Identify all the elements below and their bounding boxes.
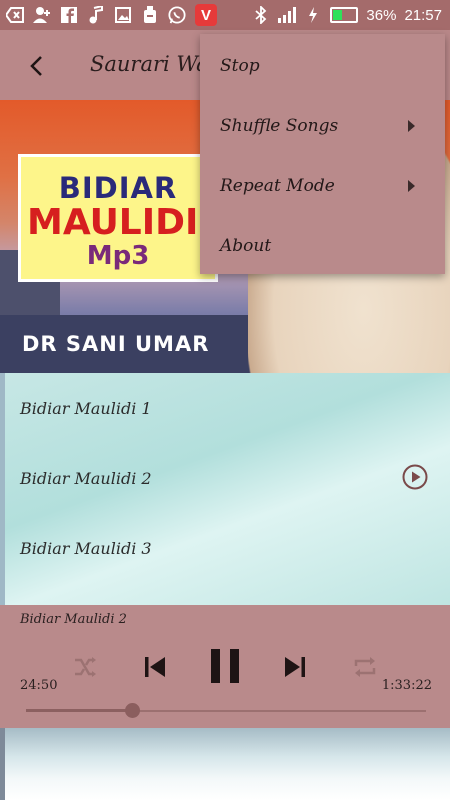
pause-button[interactable] <box>205 643 245 689</box>
pause-icon <box>211 649 239 683</box>
album-logo: BIDIAR MAULIDI Mp3 <box>18 154 218 282</box>
back-button[interactable] <box>18 48 54 84</box>
skip-next-icon <box>285 657 305 677</box>
song-item-3[interactable]: Bidiar Maulidi 3 <box>20 539 152 558</box>
skip-previous-icon <box>145 657 165 677</box>
play-circle-icon[interactable] <box>402 464 428 490</box>
list-edge <box>0 373 5 605</box>
menu-item-shuffle-songs[interactable]: Shuffle Songs <box>200 96 445 156</box>
battery-percentage: 36% <box>366 6 397 24</box>
page-title: Saurari Wa' <box>90 52 215 76</box>
seek-bar[interactable] <box>26 703 426 718</box>
song-list: Bidiar Maulidi 1 Bidiar Maulidi 2 Bidiar… <box>0 373 450 605</box>
menu-item-stop[interactable]: Stop <box>200 36 445 96</box>
seek-progress <box>26 709 132 712</box>
song-item-2[interactable]: Bidiar Maulidi 2 <box>20 469 152 488</box>
player-panel: Bidiar Maulidi 2 24:50 1:33:22 <box>0 605 450 728</box>
shuffle-icon <box>75 657 96 677</box>
back-arrow-box-icon <box>6 6 24 24</box>
music-note-icon <box>87 6 105 24</box>
album-logo-line3: Mp3 <box>86 241 150 271</box>
now-playing-title: Bidiar Maulidi 2 <box>20 612 127 627</box>
clock: 21:57 <box>404 6 442 24</box>
elapsed-time: 24:50 <box>20 678 58 693</box>
menu-item-label: Repeat Mode <box>220 176 335 196</box>
submenu-arrow-icon <box>408 120 415 132</box>
facebook-icon <box>60 6 78 24</box>
add-contact-icon <box>33 6 51 24</box>
bluetooth-icon <box>252 6 270 24</box>
shuffle-button[interactable] <box>70 652 100 682</box>
menu-item-repeat-mode[interactable]: Repeat Mode <box>200 156 445 216</box>
battery-icon <box>330 7 359 23</box>
menu-item-label: About <box>220 236 272 256</box>
bottom-area <box>0 728 450 800</box>
next-button[interactable] <box>280 649 310 685</box>
whatsapp-icon <box>168 6 186 24</box>
submenu-arrow-icon <box>408 180 415 192</box>
chevron-left-icon <box>30 56 42 76</box>
status-bar: V 36% 21:57 <box>0 0 450 30</box>
bucket-icon <box>141 6 159 24</box>
charging-icon <box>304 6 322 24</box>
image-icon <box>114 6 132 24</box>
previous-button[interactable] <box>140 649 170 685</box>
menu-item-label: Stop <box>220 56 260 76</box>
album-logo-line1: BIDIAR <box>58 171 178 205</box>
album-logo-line2: MAULIDI <box>27 202 199 243</box>
artist-caption: DR SANI UMAR <box>22 332 210 356</box>
repeat-icon <box>354 657 376 677</box>
vivo-app-icon: V <box>195 4 217 26</box>
menu-item-label: Shuffle Songs <box>220 116 339 136</box>
seek-thumb[interactable] <box>125 703 140 718</box>
signal-icon <box>278 6 297 24</box>
menu-item-about[interactable]: About <box>200 216 445 276</box>
song-item-1[interactable]: Bidiar Maulidi 1 <box>20 399 152 418</box>
bottom-edge <box>0 728 5 800</box>
overflow-menu: Stop Shuffle Songs Repeat Mode About <box>200 34 445 274</box>
total-duration: 1:33:22 <box>381 678 432 693</box>
repeat-button[interactable] <box>350 652 380 682</box>
